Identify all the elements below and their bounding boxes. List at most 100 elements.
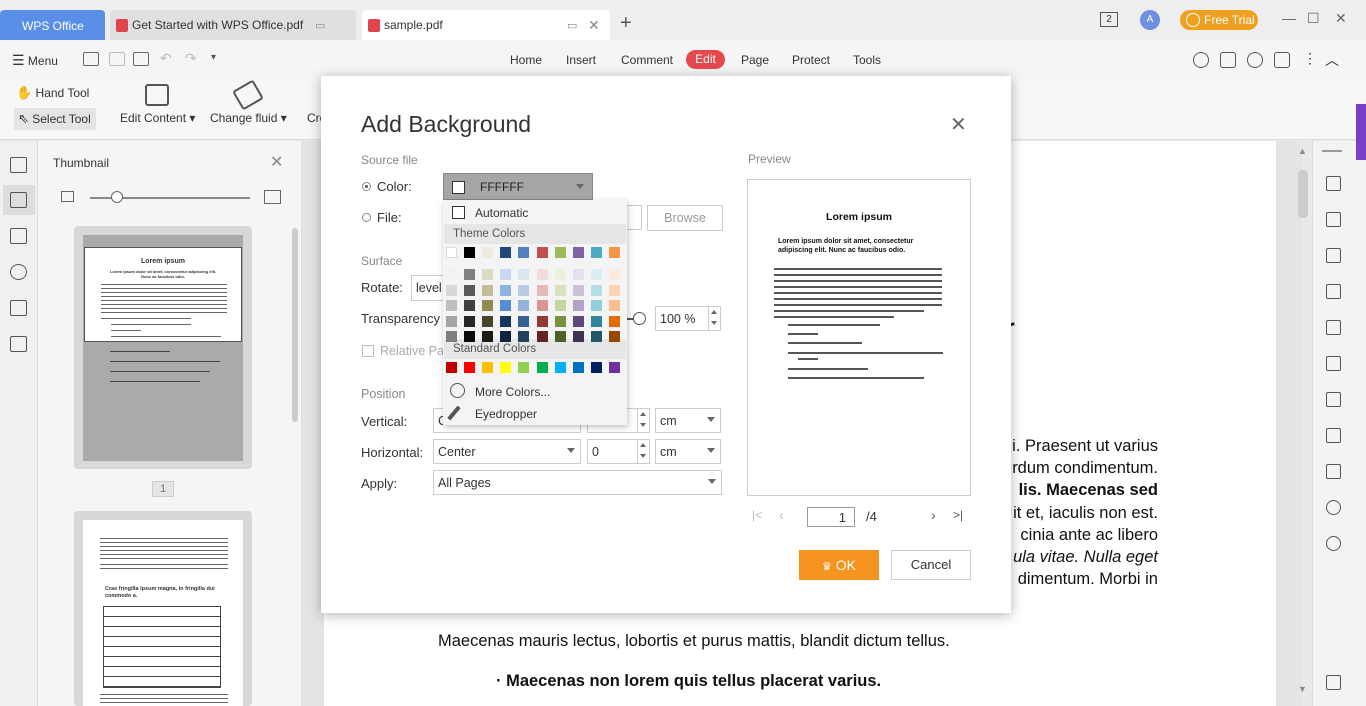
theme-shade-swatch[interactable] — [446, 300, 457, 311]
signature-icon[interactable] — [10, 300, 27, 316]
layers-icon[interactable] — [10, 336, 27, 352]
theme-shade-swatch[interactable] — [590, 269, 602, 280]
theme-color-swatch[interactable] — [590, 247, 602, 258]
theme-shade-swatch[interactable] — [518, 315, 530, 327]
theme-shade-swatch[interactable] — [518, 269, 530, 280]
theme-shade-swatch[interactable] — [482, 300, 494, 311]
theme-shade-swatch[interactable] — [500, 331, 512, 342]
ocr-icon[interactable] — [1326, 320, 1341, 335]
theme-shade-swatch[interactable] — [608, 300, 620, 311]
tab-display-icon[interactable]: ▭ — [567, 19, 577, 32]
compress-icon[interactable] — [1326, 464, 1341, 479]
theme-shade-swatch[interactable] — [554, 300, 566, 311]
theme-color-swatch[interactable] — [500, 247, 512, 258]
theme-shade-swatch[interactable] — [572, 315, 584, 327]
theme-shade-swatch[interactable] — [518, 331, 530, 342]
select-tool-button[interactable]: ⇖ Select Tool — [14, 108, 96, 130]
tab-protect[interactable]: Protect — [792, 53, 830, 67]
form-icon[interactable] — [1326, 284, 1341, 299]
bookmark-icon[interactable] — [10, 157, 27, 173]
document-scrollbar[interactable] — [1298, 170, 1308, 218]
theme-shade-swatch[interactable] — [572, 300, 584, 311]
theme-shade-swatch[interactable] — [536, 315, 548, 327]
theme-color-swatch[interactable] — [608, 247, 620, 258]
dialog-close-icon[interactable]: ✕ — [950, 112, 967, 137]
standard-color-swatch[interactable] — [464, 362, 476, 373]
edit-content-button[interactable]: Edit Content ▾ — [120, 111, 195, 125]
theme-shade-swatch[interactable] — [482, 269, 494, 280]
relative-page-checkbox[interactable] — [362, 345, 374, 357]
standard-color-swatch[interactable] — [482, 362, 494, 373]
last-page-icon[interactable]: >| — [953, 508, 963, 522]
theme-shade-swatch[interactable] — [572, 331, 584, 342]
theme-shade-swatch[interactable] — [464, 331, 476, 342]
print-icon[interactable] — [133, 52, 149, 66]
theme-shade-swatch[interactable] — [464, 300, 476, 311]
theme-shade-swatch[interactable] — [446, 269, 457, 280]
tab-display-icon[interactable]: ▭ — [315, 19, 325, 32]
theme-shade-swatch[interactable] — [554, 269, 566, 280]
tab-sample-pdf[interactable]: sample.pdf ▭ ✕ — [362, 10, 610, 40]
print-side-icon[interactable] — [1326, 428, 1341, 443]
annotation-icon[interactable] — [10, 228, 27, 244]
attachment-icon[interactable] — [10, 264, 27, 280]
large-image-icon[interactable] — [264, 190, 281, 204]
menu-button[interactable]: ☰ Menu — [12, 52, 58, 69]
window-close-icon[interactable]: ✕ — [1335, 10, 1347, 27]
theme-shade-swatch[interactable] — [590, 315, 602, 327]
apply-select[interactable]: All Pages — [433, 470, 722, 495]
theme-shade-swatch[interactable] — [536, 300, 548, 311]
theme-color-swatch[interactable] — [446, 247, 457, 258]
sign-icon[interactable] — [1326, 356, 1341, 371]
rotate-select[interactable]: level — [411, 275, 445, 301]
transparency-knob[interactable] — [633, 312, 646, 325]
standard-color-swatch[interactable] — [608, 362, 620, 373]
scroll-up-icon[interactable]: ▲ — [1298, 146, 1307, 156]
theme-shade-swatch[interactable] — [572, 284, 584, 296]
free-trial-button[interactable]: Free Trial — [1180, 10, 1258, 30]
theme-shade-swatch[interactable] — [608, 269, 620, 280]
help-icon[interactable] — [1326, 536, 1341, 551]
theme-shade-swatch[interactable] — [446, 284, 457, 296]
theme-color-swatch[interactable] — [554, 247, 566, 258]
tab-close-icon[interactable]: ✕ — [588, 17, 600, 34]
theme-shade-swatch[interactable] — [536, 269, 548, 280]
standard-color-swatch[interactable] — [536, 362, 548, 373]
more-colors-item[interactable]: More Colors... — [475, 385, 550, 399]
pdf-to-word-icon[interactable] — [1326, 176, 1341, 191]
tab-edit[interactable]: Edit — [686, 50, 725, 69]
customize-icon[interactable]: ▾ — [211, 52, 216, 63]
cancel-button[interactable]: Cancel — [891, 550, 971, 580]
page-number-input[interactable]: 1 — [807, 507, 855, 527]
tab-switch-icon[interactable]: 2 — [1100, 12, 1118, 27]
hand-tool-button[interactable]: ✋ Hand Tool — [16, 85, 89, 101]
theme-shade-swatch[interactable] — [464, 269, 476, 280]
theme-shade-swatch[interactable] — [500, 284, 512, 296]
automatic-color-checkbox[interactable] — [452, 206, 465, 219]
open-folder-icon[interactable] — [83, 52, 99, 66]
user-icon[interactable] — [1193, 52, 1209, 68]
first-page-icon[interactable]: |< — [752, 508, 762, 522]
theme-shade-swatch[interactable] — [536, 331, 548, 342]
theme-shade-swatch[interactable] — [500, 300, 512, 311]
theme-shade-swatch[interactable] — [590, 284, 602, 296]
export-icon[interactable] — [1326, 248, 1341, 263]
tab-insert[interactable]: Insert — [566, 53, 596, 67]
theme-shade-swatch[interactable] — [464, 315, 476, 327]
tab-get-started[interactable]: Get Started with WPS Office.pdf ▭ — [110, 10, 356, 40]
theme-shade-swatch[interactable] — [590, 331, 602, 342]
next-page-icon[interactable]: › — [931, 507, 936, 523]
search-icon[interactable] — [1326, 500, 1341, 515]
standard-color-swatch[interactable] — [518, 362, 530, 373]
standard-color-swatch[interactable] — [500, 362, 512, 373]
theme-shade-swatch[interactable] — [482, 284, 494, 296]
horizontal-select[interactable]: Center — [433, 439, 581, 464]
horizontal-unit-select[interactable]: cm — [655, 439, 721, 464]
theme-color-swatch[interactable] — [572, 247, 584, 258]
edit-text-icon[interactable] — [1326, 212, 1341, 227]
thumbnail-scrollbar[interactable] — [292, 228, 298, 422]
undo-icon[interactable]: ↶ — [160, 50, 172, 67]
theme-shade-swatch[interactable] — [446, 315, 457, 327]
standard-color-swatch[interactable] — [572, 362, 584, 373]
change-fluid-button[interactable]: Change fluid ▾ — [210, 111, 287, 125]
